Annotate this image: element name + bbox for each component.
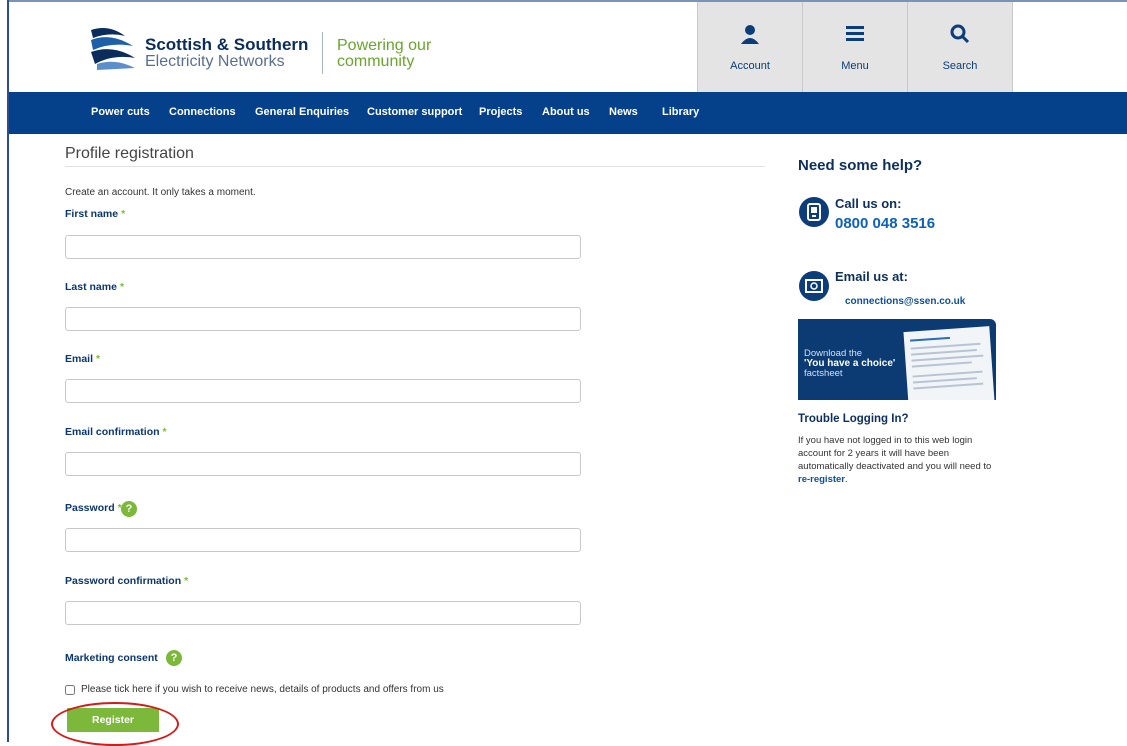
required-marker: * bbox=[162, 426, 167, 438]
nav-item-general-enquiries[interactable]: General Enquiries bbox=[255, 106, 349, 118]
menu-button[interactable]: Menu bbox=[802, 2, 907, 92]
menu-label: Menu bbox=[841, 60, 869, 72]
trouble-heading: Trouble Logging In? bbox=[798, 413, 909, 425]
factsheet-text: Download the 'You have a choice' factshe… bbox=[804, 349, 898, 379]
factsheet-thumbnail bbox=[903, 326, 995, 400]
account-label: Account bbox=[730, 60, 770, 72]
register-highlight-circle bbox=[51, 702, 179, 746]
last-name-label-text: Last name bbox=[65, 281, 117, 293]
password-confirmation-label-text: Password confirmation bbox=[65, 575, 182, 587]
intro-text: Create an account. It only takes a momen… bbox=[65, 187, 256, 198]
brand-line-1: Scottish & Southern bbox=[145, 35, 309, 54]
search-icon bbox=[908, 24, 1012, 46]
marketing-consent-checkbox[interactable] bbox=[65, 684, 75, 695]
email-confirmation-field[interactable] bbox=[65, 452, 581, 476]
first-name-field[interactable] bbox=[65, 235, 581, 259]
marketing-consent-text: Please tick here if you wish to receive … bbox=[81, 684, 444, 695]
nav-item-customer-support[interactable]: Customer support bbox=[367, 106, 462, 118]
help-heading: Need some help? bbox=[798, 157, 923, 174]
nav-item-connections[interactable]: Connections bbox=[169, 106, 236, 118]
search-button[interactable]: Search bbox=[907, 2, 1013, 92]
person-icon bbox=[698, 24, 802, 46]
account-button[interactable]: Account bbox=[697, 2, 802, 92]
required-marker: * bbox=[119, 281, 125, 293]
trouble-text: If you have not logged in to this web lo… bbox=[798, 434, 1003, 486]
last-name-label: Last name * bbox=[65, 281, 124, 293]
first-name-label-text: First name bbox=[65, 208, 119, 220]
email-label: Email * bbox=[65, 353, 100, 365]
brand-divider bbox=[322, 32, 323, 74]
password-label-text: Password bbox=[65, 502, 115, 514]
nav-item-projects[interactable]: Projects bbox=[479, 106, 522, 118]
search-label: Search bbox=[942, 60, 978, 72]
factsheet-line-3: factsheet bbox=[804, 368, 843, 379]
password-confirmation-field[interactable] bbox=[65, 601, 581, 625]
call-label: Call us on: bbox=[835, 196, 902, 211]
email-label-text: Email bbox=[65, 353, 94, 365]
marketing-consent-option[interactable]: Please tick here if you wish to receive … bbox=[65, 684, 444, 695]
email-us-label: Email us at: bbox=[835, 269, 908, 284]
nav-item-power-cuts[interactable]: Power cuts bbox=[91, 106, 150, 118]
first-name-label: First name * bbox=[65, 208, 125, 220]
nav-item-library[interactable]: Library bbox=[662, 106, 699, 118]
phone-number[interactable]: 0800 048 3516 bbox=[835, 215, 935, 232]
email-link[interactable]: connections@ssen.co.uk bbox=[845, 296, 965, 307]
factsheet-banner[interactable]: Download the 'You have a choice' factshe… bbox=[798, 319, 996, 400]
title-divider bbox=[65, 166, 765, 167]
hamburger-icon bbox=[803, 24, 907, 46]
ssen-logo-icon[interactable] bbox=[89, 24, 137, 70]
password-help-icon[interactable]: ? bbox=[121, 501, 137, 517]
brand-line-2: Electricity Networks bbox=[145, 53, 285, 70]
email-icon bbox=[799, 271, 829, 301]
brand-name[interactable]: Scottish & Southern Electricity Networks bbox=[145, 36, 308, 70]
password-confirmation-label: Password confirmation * bbox=[65, 575, 188, 587]
email-confirmation-label: Email confirmation * bbox=[65, 426, 167, 438]
nav-item-news[interactable]: News bbox=[609, 106, 638, 118]
required-marker: * bbox=[96, 353, 101, 365]
re-register-link[interactable]: re-register bbox=[798, 474, 845, 485]
required-marker: * bbox=[121, 208, 126, 220]
password-field[interactable] bbox=[65, 528, 581, 552]
tagline: Powering our community bbox=[337, 38, 431, 70]
last-name-field[interactable] bbox=[65, 307, 581, 331]
marketing-consent-label: Marketing consent bbox=[65, 652, 158, 664]
tagline-line-2: community bbox=[337, 53, 415, 70]
tagline-line-1: Powering our bbox=[337, 37, 432, 54]
password-label: Password * bbox=[65, 502, 122, 514]
email-field[interactable] bbox=[65, 379, 581, 403]
nav-item-about-us[interactable]: About us bbox=[542, 106, 590, 118]
main-nav: Power cuts Connections General Enquiries… bbox=[9, 92, 1127, 134]
trouble-body: If you have not logged in to this web lo… bbox=[798, 435, 992, 472]
page-title: Profile registration bbox=[65, 145, 194, 162]
marketing-help-icon[interactable]: ? bbox=[166, 650, 182, 666]
email-confirmation-label-text: Email confirmation bbox=[65, 426, 160, 438]
required-marker: * bbox=[184, 575, 189, 587]
phone-icon bbox=[799, 197, 829, 227]
trouble-end: . bbox=[845, 474, 848, 485]
